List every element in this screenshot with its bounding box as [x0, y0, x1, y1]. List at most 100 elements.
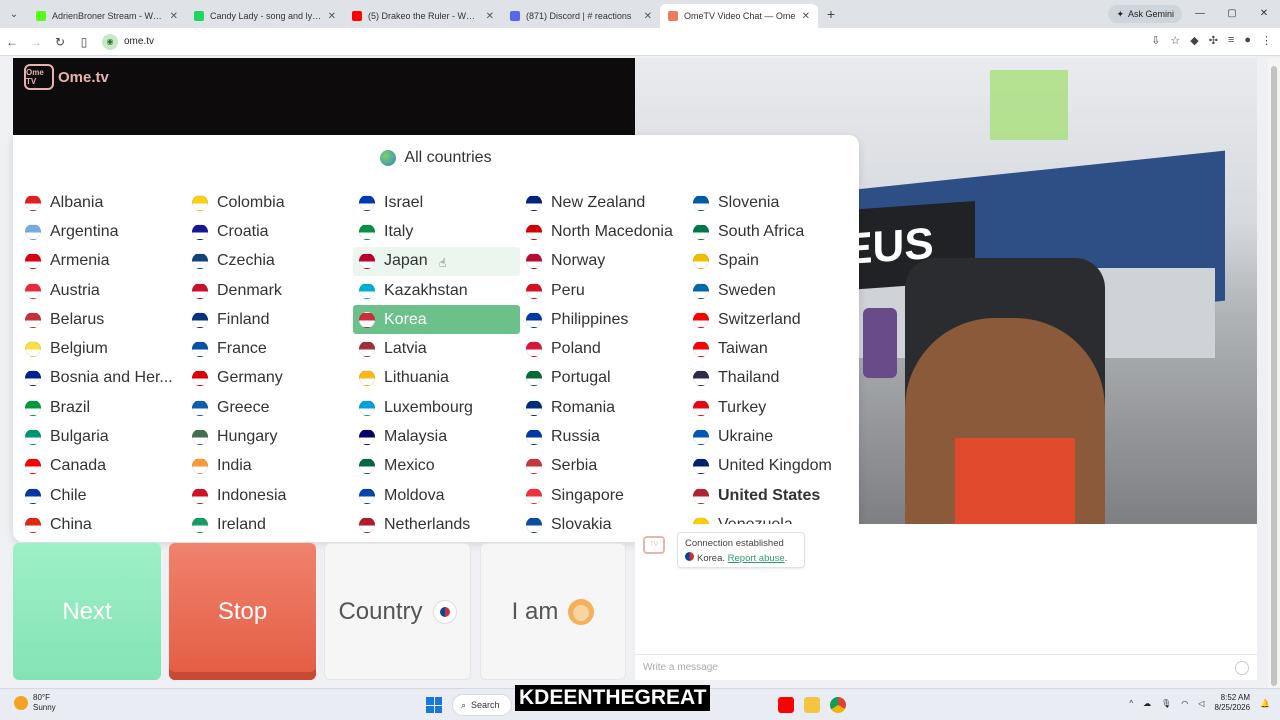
- weather-widget[interactable]: 80°F Sunny: [14, 693, 56, 713]
- country-option[interactable]: Canada: [19, 452, 186, 481]
- country-option[interactable]: Bosnia and Her...: [19, 364, 186, 393]
- country-option[interactable]: Latvia: [353, 334, 520, 363]
- country-option[interactable]: Taiwan: [687, 334, 854, 363]
- site-info-icon[interactable]: ◉: [102, 33, 118, 50]
- emoji-icon[interactable]: [1235, 661, 1249, 675]
- browser-tab[interactable]: (5) Drakeo the Ruler - Whole Lo ✕: [344, 4, 502, 28]
- country-option[interactable]: Indonesia: [186, 481, 353, 510]
- reload-icon[interactable]: ↻: [48, 35, 72, 49]
- sidebar-icon[interactable]: ▯: [72, 35, 96, 49]
- country-option[interactable]: Luxembourg: [353, 393, 520, 422]
- message-input[interactable]: Write a message: [635, 654, 1257, 680]
- extension-icon[interactable]: ◆: [1190, 34, 1198, 47]
- country-option[interactable]: Malaysia: [353, 422, 520, 451]
- country-option[interactable]: Chile: [19, 481, 186, 510]
- youtube-app-icon[interactable]: [778, 697, 794, 713]
- country-option[interactable]: Austria: [19, 276, 186, 305]
- start-icon[interactable]: [426, 697, 442, 713]
- country-option[interactable]: Albania: [19, 188, 186, 217]
- tab-close-icon[interactable]: ✕: [802, 11, 810, 22]
- maximize-icon[interactable]: ▢: [1216, 0, 1248, 28]
- scrollbar-thumb[interactable]: [1271, 66, 1277, 686]
- puzzle-icon[interactable]: ✣: [1209, 34, 1218, 47]
- country-option[interactable]: Norway: [520, 247, 687, 276]
- country-option[interactable]: Singapore: [520, 481, 687, 510]
- country-option[interactable]: Brazil: [19, 393, 186, 422]
- tab-search-icon[interactable]: ⌄: [0, 0, 28, 28]
- country-option[interactable]: Armenia: [19, 247, 186, 276]
- country-option[interactable]: Japan: [353, 246, 520, 276]
- chevron-up-icon[interactable]: ^: [1129, 699, 1133, 708]
- country-option[interactable]: North Macedonia: [520, 217, 687, 246]
- country-option[interactable]: Denmark: [186, 276, 353, 305]
- country-option[interactable]: Germany: [186, 364, 353, 393]
- tab-close-icon[interactable]: ✕: [486, 11, 494, 22]
- country-option[interactable]: Romania: [520, 393, 687, 422]
- browser-tab[interactable]: AdrienBroner Stream - Watch Li ✕: [28, 4, 186, 28]
- country-option[interactable]: United Kingdom: [687, 452, 854, 481]
- ometv-logo[interactable]: Ome TV Ome.tv: [24, 64, 109, 90]
- country-option[interactable]: United States: [687, 481, 854, 510]
- country-option[interactable]: Croatia: [186, 217, 353, 246]
- url-field[interactable]: ◉ ome.tv: [102, 33, 154, 50]
- country-option[interactable]: Peru: [520, 276, 687, 305]
- new-tab-button[interactable]: +: [818, 6, 844, 22]
- profile-icon[interactable]: ●: [1244, 34, 1251, 47]
- country-option[interactable]: Argentina: [19, 217, 186, 246]
- country-option[interactable]: Slovenia: [687, 188, 854, 217]
- country-option[interactable]: Netherlands: [353, 510, 520, 539]
- next-button[interactable]: Next: [13, 543, 161, 680]
- country-option[interactable]: Hungary: [186, 422, 353, 451]
- country-option[interactable]: Korea: [353, 305, 520, 335]
- country-option[interactable]: Ireland: [186, 510, 353, 539]
- tab-close-icon[interactable]: ✕: [644, 11, 652, 22]
- country-option[interactable]: Russia: [520, 422, 687, 451]
- taskbar-search[interactable]: ⌕ Search: [452, 694, 512, 716]
- country-option[interactable]: Poland: [520, 334, 687, 363]
- reading-list-icon[interactable]: ≡: [1228, 34, 1234, 47]
- browser-tab[interactable]: Candy Lady - song and lyrics by ✕: [186, 4, 344, 28]
- country-option[interactable]: Serbia: [520, 452, 687, 481]
- country-option[interactable]: Greece: [186, 393, 353, 422]
- country-option[interactable]: Israel: [353, 188, 520, 217]
- country-option[interactable]: Sweden: [687, 276, 854, 305]
- close-icon[interactable]: ✕: [1248, 0, 1280, 28]
- country-option[interactable]: Philippines: [520, 305, 687, 334]
- country-option[interactable]: Spain: [687, 247, 854, 276]
- country-option[interactable]: Kazakhstan: [353, 276, 520, 305]
- country-option[interactable]: Finland: [186, 305, 353, 334]
- browser-tab[interactable]: (871) Discord | # reactions ✕: [502, 4, 660, 28]
- all-countries-option[interactable]: All countries: [13, 135, 859, 181]
- report-abuse-link[interactable]: Report abuse: [728, 553, 785, 564]
- ask-gemini-button[interactable]: ✦ Ask Gemini: [1108, 5, 1182, 23]
- country-option[interactable]: Thailand: [687, 364, 854, 393]
- country-option[interactable]: Ukraine: [687, 422, 854, 451]
- menu-icon[interactable]: ⋮: [1261, 34, 1272, 47]
- country-option[interactable]: Belgium: [19, 334, 186, 363]
- cloud-icon[interactable]: ☁: [1143, 699, 1151, 708]
- country-option[interactable]: Italy: [353, 217, 520, 246]
- notification-bell-icon[interactable]: 🔔: [1260, 699, 1270, 708]
- country-option[interactable]: China: [19, 510, 186, 539]
- back-icon[interactable]: ←: [0, 35, 24, 49]
- microphone-icon[interactable]: 🎙: [1161, 699, 1171, 708]
- country-option[interactable]: Colombia: [186, 188, 353, 217]
- country-option[interactable]: Lithuania: [353, 364, 520, 393]
- minimize-icon[interactable]: —: [1184, 0, 1216, 28]
- clock[interactable]: 8:52 AM 8/25/2026: [1214, 693, 1250, 713]
- browser-tab[interactable]: OmeTV Video Chat — Ome ✕: [660, 4, 818, 28]
- tab-close-icon[interactable]: ✕: [170, 11, 178, 22]
- chrome-app-icon[interactable]: [830, 697, 846, 713]
- country-option[interactable]: Portugal: [520, 364, 687, 393]
- wifi-icon[interactable]: ◠: [1181, 699, 1188, 708]
- install-icon[interactable]: ⇩: [1151, 34, 1160, 47]
- country-option[interactable]: Czechia: [186, 247, 353, 276]
- file-explorer-icon[interactable]: [804, 697, 820, 713]
- country-option[interactable]: Turkey: [687, 393, 854, 422]
- country-option[interactable]: France: [186, 334, 353, 363]
- country-option[interactable]: Belarus: [19, 305, 186, 334]
- stop-button[interactable]: Stop: [169, 543, 316, 680]
- country-option[interactable]: Moldova: [353, 481, 520, 510]
- gender-button[interactable]: I am: [480, 543, 626, 680]
- tab-close-icon[interactable]: ✕: [328, 11, 336, 22]
